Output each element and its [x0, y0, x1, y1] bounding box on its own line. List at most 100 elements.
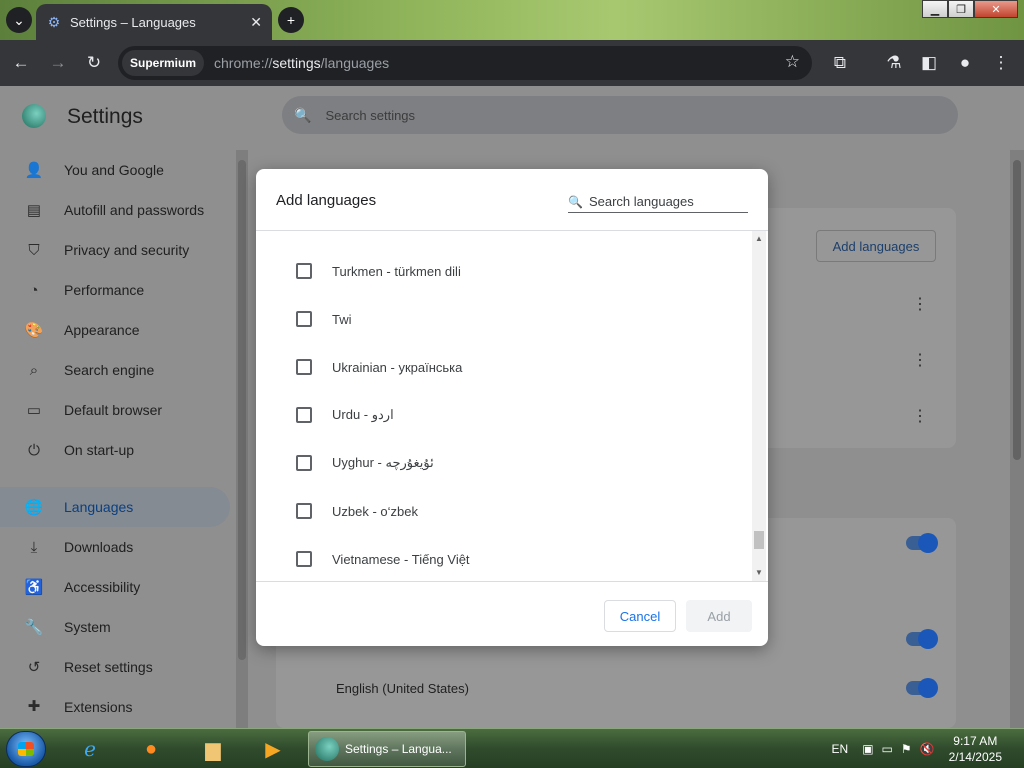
list-item[interactable]: Uyghur - ئۇيغۇرچە — [256, 439, 756, 487]
clock[interactable]: 9:17 AM 2/14/2025 — [949, 733, 1002, 765]
sidebar-item-downloads[interactable]: ⤓ Downloads — [0, 527, 236, 567]
sidebar-item-languages[interactable]: 🌐 Languages — [0, 487, 230, 527]
start-button[interactable] — [6, 731, 46, 767]
close-window-button[interactable]: ✕ — [974, 0, 1018, 18]
minimize-button[interactable]: ▁ — [922, 0, 948, 18]
address-bar[interactable]: Supermium chrome://settings/languages ☆ — [118, 46, 812, 80]
main-scroll-thumb[interactable] — [1013, 160, 1021, 460]
nav-scrollbar[interactable] — [236, 150, 248, 728]
volume-muted-icon[interactable]: 🔇 — [920, 742, 935, 756]
sidebar-item-default-browser[interactable]: ▭ Default browser — [0, 390, 236, 430]
side-panel-icon[interactable]: ◧ — [918, 52, 940, 74]
dialog-title: Add languages — [276, 192, 377, 209]
menu-kebab-icon[interactable]: ⋮ — [990, 52, 1012, 74]
checkbox[interactable] — [296, 455, 312, 471]
checkbox[interactable] — [296, 551, 312, 567]
sidebar-item-extensions[interactable]: ✚ Extensions — [0, 687, 236, 715]
sidebar-item-label: Default browser — [64, 402, 163, 418]
input-language[interactable]: EN — [832, 742, 849, 756]
extensions-puzzle-icon[interactable]: ⧉ — [829, 52, 851, 74]
add-button[interactable]: Add — [686, 600, 752, 632]
browser-icon: ▭ — [26, 402, 42, 419]
scroll-up-arrow-icon[interactable]: ▲ — [752, 233, 766, 245]
taskbar: ℯ ● ▆ ▶ Settings – Langua... EN ▣ ▭ ⚑ 🔇 … — [0, 728, 1024, 768]
list-item[interactable]: Urdu - اردو — [256, 391, 756, 439]
clipboard-icon: ▤ — [26, 202, 42, 219]
nav-scroll-thumb[interactable] — [238, 160, 246, 660]
language-more-icon[interactable]: ⋮ — [912, 294, 928, 314]
url-text[interactable]: chrome://settings/languages — [214, 55, 389, 71]
supermium-icon — [315, 737, 339, 761]
window-controls: ▁ ❐ ✕ — [922, 0, 1018, 18]
sidebar-item-search-engine[interactable]: ⌕ Search engine — [0, 350, 236, 390]
sidebar-item-you-and-google[interactable]: 👤 You and Google — [0, 150, 236, 190]
reload-icon[interactable]: ↻ — [83, 52, 105, 74]
search-languages-input[interactable] — [588, 194, 749, 209]
accessibility-icon: ♿ — [24, 579, 44, 596]
dialog-scrollbar[interactable]: ▲ ▼ — [752, 231, 766, 581]
forward-icon[interactable]: → — [47, 52, 69, 74]
action-center-flag-icon[interactable]: ⚑ — [901, 742, 912, 756]
search-languages-field[interactable]: 🔍 — [568, 191, 749, 213]
list-item[interactable]: Turkmen - türkmen dili — [256, 247, 756, 295]
wrench-icon: 🔧 — [24, 619, 44, 636]
language-more-icon[interactable]: ⋮ — [912, 406, 928, 426]
sidebar-item-label: Appearance — [64, 322, 140, 338]
sidebar-item-privacy[interactable]: ⛉ Privacy and security — [0, 230, 236, 270]
checkbox[interactable] — [296, 503, 312, 519]
settings-nav: 👤 You and Google ▤ Autofill and passwords … — [0, 150, 236, 715]
main-scrollbar[interactable] — [1010, 150, 1024, 728]
media-player-icon[interactable]: ▶ — [255, 732, 291, 766]
checkbox[interactable] — [296, 263, 312, 279]
toggle-switch[interactable] — [906, 678, 938, 698]
list-item[interactable]: Uzbek - o‘zbek — [256, 487, 756, 535]
clock-date: 2/14/2025 — [948, 750, 1002, 764]
back-icon[interactable]: ← — [10, 52, 32, 74]
dialog-scroll-thumb[interactable] — [754, 531, 764, 549]
checkbox[interactable] — [296, 311, 312, 327]
language-label: Uyghur - ئۇيغۇرچە — [332, 455, 434, 470]
tab-search-button[interactable]: ⌄ — [6, 7, 32, 33]
labs-flask-icon[interactable]: ⚗ — [883, 52, 905, 74]
language-label: Ukrainian - українська — [332, 359, 463, 375]
gauge-icon: ◔ — [29, 281, 39, 299]
toggle-switch[interactable] — [906, 533, 938, 553]
checkbox[interactable] — [296, 407, 312, 423]
sidebar-item-reset-settings[interactable]: ↺ Reset settings — [0, 647, 236, 687]
sidebar-item-autofill[interactable]: ▤ Autofill and passwords — [0, 190, 236, 230]
firefox-icon[interactable]: ● — [133, 732, 169, 766]
download-icon: ⤓ — [30, 538, 38, 556]
list-item[interactable]: Vietnamese - Tiếng Việt — [256, 535, 756, 581]
list-item[interactable]: Twi — [256, 295, 756, 343]
search-settings-input[interactable]: 🔍 Search settings — [282, 96, 958, 134]
list-item[interactable]: Ukrainian - українська — [256, 343, 756, 391]
restore-button[interactable]: ❐ — [948, 0, 974, 18]
toggle-switch[interactable] — [906, 629, 938, 649]
sidebar-item-on-startup[interactable]: ⏻ On start-up — [0, 430, 236, 470]
site-chip[interactable]: Supermium — [122, 50, 205, 76]
taskbar-item-settings[interactable]: Settings – Langua... — [308, 731, 466, 767]
scroll-down-arrow-icon[interactable]: ▼ — [752, 567, 766, 579]
language-more-icon[interactable]: ⋮ — [912, 350, 928, 370]
new-tab-button[interactable]: + — [278, 7, 304, 33]
sidebar-item-label: You and Google — [64, 162, 164, 178]
globe-icon: 🌐 — [24, 499, 44, 516]
profile-avatar-icon[interactable]: ● — [954, 52, 976, 74]
gpu-icon[interactable]: ▣ — [862, 742, 873, 756]
cancel-button[interactable]: Cancel — [604, 600, 676, 632]
sidebar-item-appearance[interactable]: 🎨 Appearance — [0, 310, 236, 350]
add-languages-dialog: Add languages 🔍 Turkmen - türkmen dili T… — [256, 169, 768, 646]
page-title: Settings — [67, 105, 143, 128]
add-languages-button[interactable]: Add languages — [816, 230, 936, 262]
checkbox[interactable] — [296, 359, 312, 375]
internet-explorer-icon[interactable]: ℯ — [72, 732, 108, 766]
network-icon[interactable]: ▭ — [882, 742, 893, 756]
close-tab-icon[interactable]: ✕ — [250, 14, 262, 31]
sidebar-item-accessibility[interactable]: ♿ Accessibility — [0, 567, 236, 607]
file-explorer-icon[interactable]: ▆ — [195, 732, 231, 766]
sidebar-item-performance[interactable]: ◔ Performance — [0, 270, 236, 310]
bookmark-star-icon[interactable]: ☆ — [785, 52, 800, 72]
search-icon: 🔍 — [568, 194, 583, 209]
sidebar-item-system[interactable]: 🔧 System — [0, 607, 236, 647]
active-tab[interactable]: ⚙ Settings – Languages ✕ — [36, 4, 272, 40]
